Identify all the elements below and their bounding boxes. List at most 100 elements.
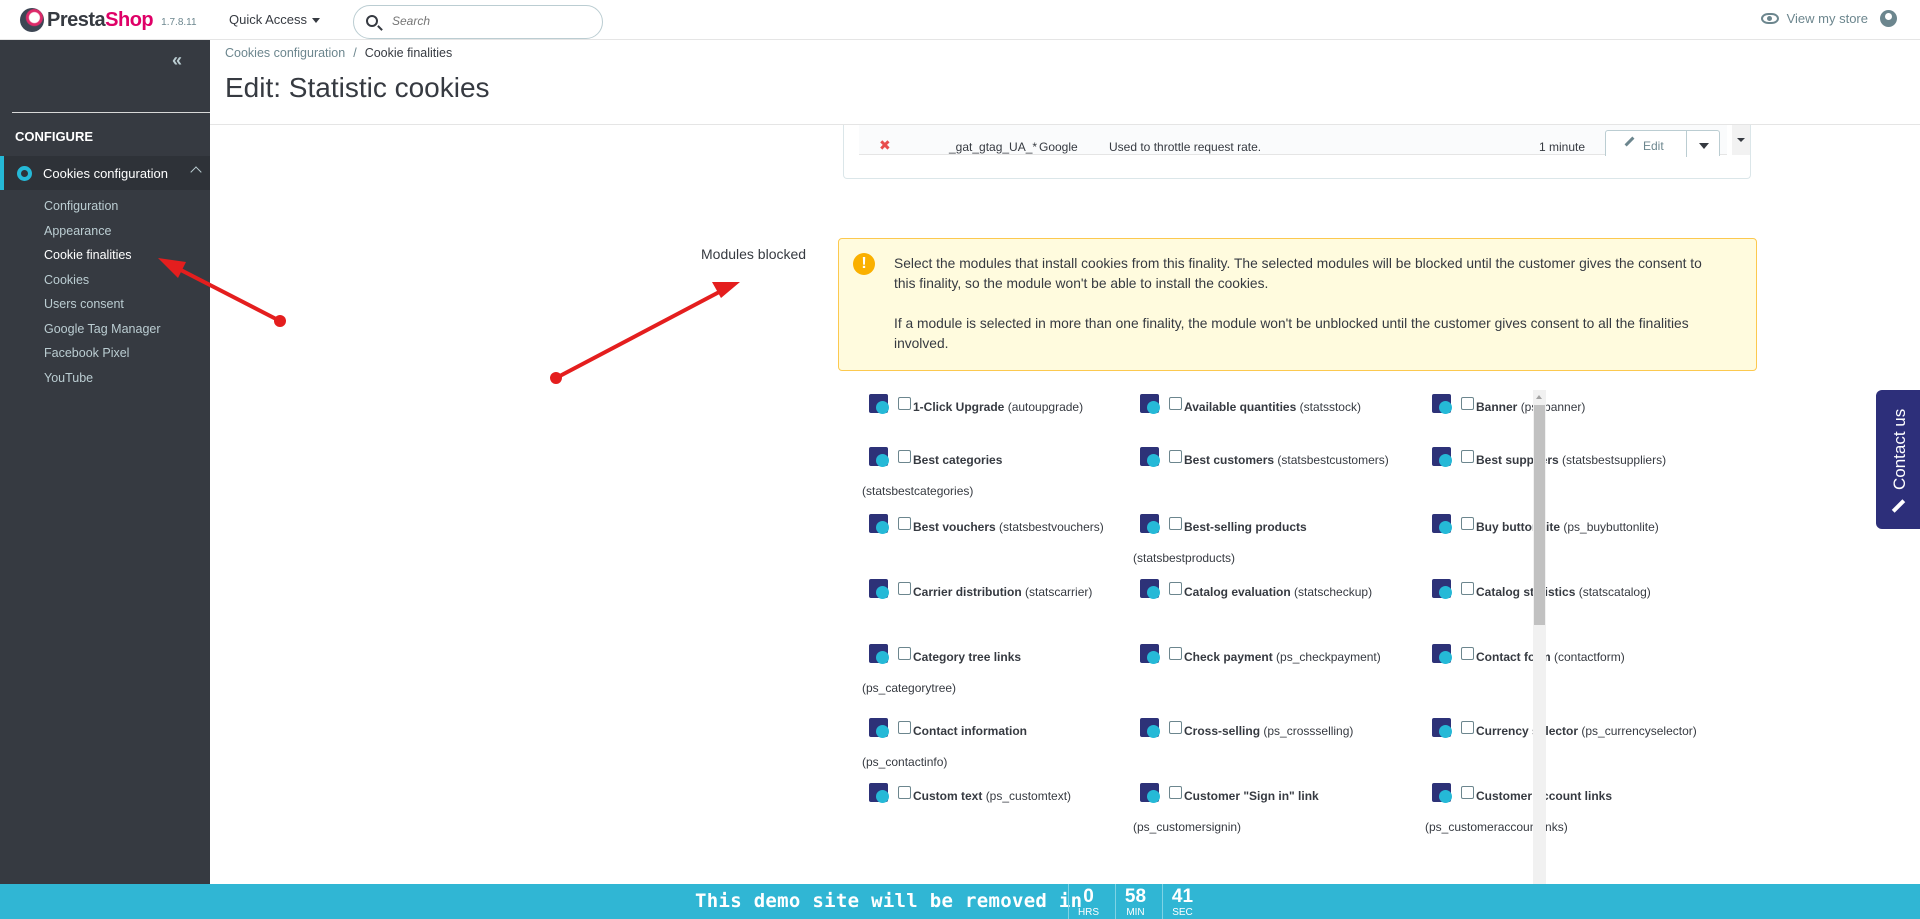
edit-button-label: Edit bbox=[1643, 139, 1664, 153]
module-name: Best customers bbox=[1184, 453, 1275, 467]
search-icon bbox=[366, 15, 378, 27]
countdown-value: 58 bbox=[1124, 886, 1147, 907]
module-label: Cross-selling (ps_crossselling) bbox=[1184, 723, 1414, 739]
sidebar-item-cookies-configuration[interactable]: Cookies configuration bbox=[0, 156, 210, 190]
module-checkbox[interactable] bbox=[898, 721, 911, 734]
module-checkbox[interactable] bbox=[898, 582, 911, 595]
module-label: Best-selling products bbox=[1184, 519, 1414, 535]
countdown-hours: 0 HRS bbox=[1068, 884, 1108, 919]
module-checkbox[interactable] bbox=[1461, 721, 1474, 734]
module-technical-name: (statscarrier) bbox=[1025, 585, 1093, 599]
alert-text: Select the modules that install cookies … bbox=[894, 256, 1702, 291]
collapse-sidebar-icon[interactable]: « bbox=[172, 50, 182, 71]
logo[interactable]: PrestaShop 1.7.8.11 bbox=[20, 8, 197, 32]
module-checkbox[interactable] bbox=[1169, 397, 1182, 410]
breadcrumb-separator: / bbox=[353, 46, 357, 60]
warning-alert: ! Select the modules that install cookie… bbox=[838, 238, 1757, 371]
contact-us-label: Contact us bbox=[1890, 408, 1909, 490]
prestashop-logo-icon bbox=[20, 8, 44, 32]
module-checkbox[interactable] bbox=[1169, 721, 1182, 734]
module-name: Cross-selling bbox=[1184, 724, 1261, 738]
module-checkbox[interactable] bbox=[1169, 450, 1182, 463]
module-checkbox[interactable] bbox=[898, 397, 911, 410]
module-technical-name: (ps_contactinfo) bbox=[862, 755, 948, 769]
module-logo-icon bbox=[1133, 508, 1166, 541]
sidebar-subitem-youtube[interactable]: YouTube bbox=[44, 370, 161, 395]
scrollbar-thumb[interactable] bbox=[1534, 405, 1545, 625]
sidebar-subitem-facebook-pixel[interactable]: Facebook Pixel bbox=[44, 345, 161, 370]
module-checkbox[interactable] bbox=[1461, 450, 1474, 463]
module-label: Currency selector (ps_currencyselector) bbox=[1476, 723, 1706, 739]
countdown-seconds: 41 SEC bbox=[1162, 884, 1202, 919]
countdown-minutes: 58 MIN bbox=[1115, 884, 1155, 919]
breadcrumb-link[interactable]: Cookies configuration bbox=[225, 46, 345, 60]
module-checkbox[interactable] bbox=[1461, 786, 1474, 799]
module-label: 1-Click Upgrade (autoupgrade) bbox=[913, 399, 1143, 415]
sidebar-subitem-google-tag-manager[interactable]: Google Tag Manager bbox=[44, 321, 161, 346]
module-logo-icon bbox=[1133, 388, 1166, 421]
module-checkbox[interactable] bbox=[1169, 786, 1182, 799]
module-label: Banner (ps_banner) bbox=[1476, 399, 1706, 415]
module-checkbox[interactable] bbox=[898, 786, 911, 799]
module-logo-icon bbox=[1133, 777, 1166, 810]
module-logo-icon bbox=[1425, 573, 1458, 606]
table-scrollbar[interactable] bbox=[1732, 125, 1750, 155]
module-name: Custom text bbox=[913, 789, 983, 803]
sidebar-subitem-cookies[interactable]: Cookies bbox=[44, 272, 161, 297]
module-technical-name: (statsbestvouchers) bbox=[999, 520, 1104, 534]
module-checkbox[interactable] bbox=[1169, 647, 1182, 660]
module-label: Customer "Sign in" link bbox=[1184, 788, 1414, 804]
sidebar-subitem-appearance[interactable]: Appearance bbox=[44, 223, 161, 248]
sidebar-subitem-configuration[interactable]: Configuration bbox=[44, 198, 161, 223]
module-name: Best suppliers bbox=[1476, 453, 1559, 467]
view-store-link[interactable]: View my store bbox=[1760, 10, 1897, 27]
module-technical-name: (contactform) bbox=[1554, 650, 1625, 664]
search-box[interactable] bbox=[353, 5, 603, 39]
cookie-name: _gat_gtag_UA_* bbox=[949, 140, 1038, 154]
module-logo-icon bbox=[1425, 388, 1458, 421]
pencil-icon bbox=[1890, 498, 1906, 514]
user-avatar-icon[interactable] bbox=[1880, 10, 1897, 27]
module-label: Catalog statistics (statscatalog) bbox=[1476, 584, 1706, 600]
sidebar-subitem-cookie-finalities[interactable]: Cookie finalities bbox=[44, 247, 161, 272]
modules-scrollbar[interactable] bbox=[1533, 390, 1546, 885]
contact-us-tab[interactable]: Contact us bbox=[1876, 390, 1920, 529]
banner-message: This demo site will be removed in bbox=[695, 890, 1083, 912]
view-store-label: View my store bbox=[1786, 11, 1868, 26]
module-name: Available quantities bbox=[1184, 400, 1297, 414]
quick-access-dropdown[interactable]: Quick Access bbox=[229, 12, 320, 27]
module-logo-icon bbox=[1425, 777, 1458, 810]
edit-dropdown-toggle[interactable] bbox=[1686, 131, 1720, 157]
cookie-expiry: 1 minute bbox=[1539, 140, 1586, 154]
breadcrumb-current[interactable]: Cookie finalities bbox=[365, 46, 453, 60]
module-technical-name: (ps_customeraccountlinks) bbox=[1425, 820, 1568, 834]
module-checkbox[interactable] bbox=[1461, 397, 1474, 410]
cookie-purpose: Used to throttle request rate. bbox=[1109, 140, 1262, 154]
countdown-unit: SEC bbox=[1172, 907, 1193, 918]
module-checkbox[interactable] bbox=[1169, 582, 1182, 595]
module-label: Check payment (ps_checkpayment) bbox=[1184, 649, 1414, 665]
sidebar-divider bbox=[12, 112, 210, 113]
module-checkbox[interactable] bbox=[1461, 517, 1474, 530]
module-checkbox[interactable] bbox=[898, 647, 911, 660]
module-checkbox[interactable] bbox=[898, 450, 911, 463]
module-name: Catalog statistics bbox=[1476, 585, 1576, 599]
module-technical-name: (statsbestsuppliers) bbox=[1562, 453, 1667, 467]
main-content: ✖ _gat_gtag_UA_* Google Used to throttle… bbox=[210, 125, 1920, 885]
module-checkbox[interactable] bbox=[898, 517, 911, 530]
module-label: Best customers (statsbestcustomers) bbox=[1184, 452, 1414, 468]
module-checkbox[interactable] bbox=[1461, 647, 1474, 660]
module-technical-name: (ps_categorytree) bbox=[862, 681, 957, 695]
module-label: Category tree links bbox=[913, 649, 1143, 665]
module-checkbox[interactable] bbox=[1169, 517, 1182, 530]
remove-icon[interactable]: ✖ bbox=[879, 137, 891, 154]
search-input[interactable] bbox=[392, 14, 592, 28]
module-checkbox[interactable] bbox=[1461, 582, 1474, 595]
sidebar-subitem-users-consent[interactable]: Users consent bbox=[44, 296, 161, 321]
sidebar-submenu: Configuration Appearance Cookie finaliti… bbox=[44, 198, 161, 394]
module-name: Banner bbox=[1476, 400, 1518, 414]
module-logo-icon bbox=[862, 638, 895, 671]
version-label: 1.7.8.11 bbox=[161, 16, 197, 28]
module-label: Buy button lite (ps_buybuttonlite) bbox=[1476, 519, 1706, 535]
edit-button[interactable]: Edit bbox=[1605, 130, 1720, 157]
